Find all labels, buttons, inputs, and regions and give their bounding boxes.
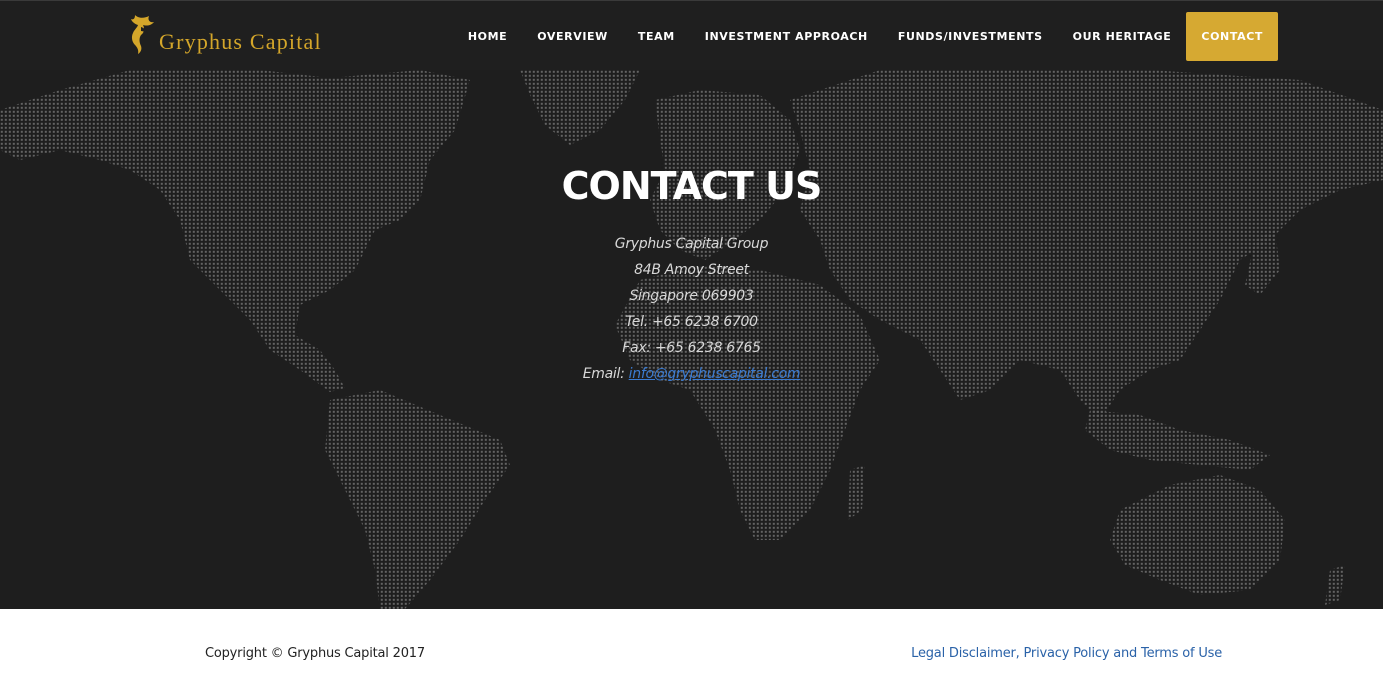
- nav-item-overview[interactable]: OVERVIEW: [522, 12, 623, 61]
- nav-item-investment-approach[interactable]: INVESTMENT APPROACH: [690, 12, 883, 61]
- contact-address: Gryphus Capital Group 84B Amoy Street Si…: [0, 231, 1383, 387]
- site-footer: Copyright © Gryphus Capital 2017 Legal D…: [0, 609, 1383, 700]
- gryphon-logo-icon: [131, 15, 154, 54]
- address-email-line: Email: info@gryphuscapital.com: [0, 361, 1383, 387]
- main-nav: HOME OVERVIEW TEAM INVESTMENT APPROACH F…: [453, 12, 1278, 61]
- nav-item-home[interactable]: HOME: [453, 12, 522, 61]
- address-fax: Fax: +65 6238 6765: [622, 340, 761, 356]
- site-header: Gryphus Capital HOME OVERVIEW TEAM INVES…: [0, 0, 1383, 70]
- address-phone: Tel. +65 6238 6700: [625, 314, 758, 330]
- nav-item-our-heritage[interactable]: OUR HERITAGE: [1058, 12, 1187, 61]
- page-title: CONTACT US: [561, 164, 823, 208]
- nav-item-contact[interactable]: CONTACT: [1186, 12, 1278, 61]
- address-company: Gryphus Capital Group: [614, 236, 769, 252]
- contact-content: CONTACT US Gryphus Capital Group 84B Amo…: [0, 163, 1383, 387]
- legal-links[interactable]: Legal Disclaimer, Privacy Policy and Ter…: [911, 646, 1222, 661]
- copyright-text: Copyright © Gryphus Capital 2017: [205, 646, 425, 661]
- address-city: Singapore 069903: [629, 288, 754, 304]
- email-label: Email:: [582, 366, 625, 382]
- address-street: 84B Amoy Street: [634, 262, 749, 278]
- page: Gryphus Capital HOME OVERVIEW TEAM INVES…: [0, 0, 1383, 700]
- contact-hero: CONTACT US Gryphus Capital Group 84B Amo…: [0, 70, 1383, 609]
- email-link[interactable]: info@gryphuscapital.com: [629, 366, 801, 382]
- brand-logo[interactable]: Gryphus Capital: [127, 11, 322, 55]
- brand-name: Gryphus Capital: [159, 29, 322, 54]
- nav-item-team[interactable]: TEAM: [623, 12, 690, 61]
- nav-item-funds-investments[interactable]: FUNDS/INVESTMENTS: [883, 12, 1058, 61]
